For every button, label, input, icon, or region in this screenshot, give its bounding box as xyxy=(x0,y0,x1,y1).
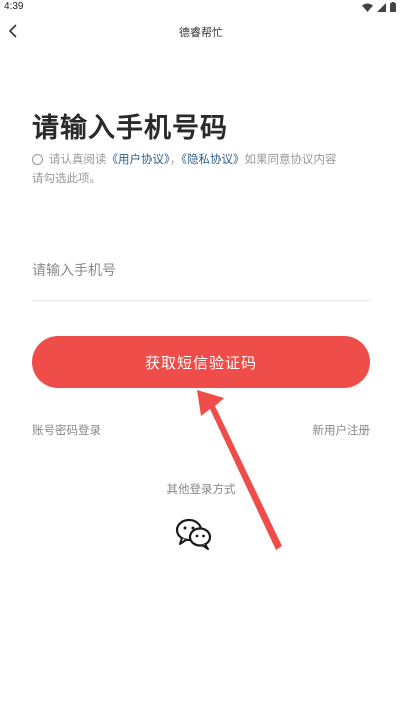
agreement-prefix: 请认真阅读 xyxy=(49,152,107,166)
get-sms-code-button[interactable]: 获取短信验证码 xyxy=(32,336,370,388)
agree-radio[interactable] xyxy=(32,154,43,165)
status-bar: 4:39 xyxy=(0,0,402,14)
agreement-separator: ， xyxy=(169,152,182,166)
privacy-policy-link[interactable]: 《隐私协议》 xyxy=(181,152,244,166)
nav-bar: 德睿帮忙 xyxy=(0,16,402,48)
password-login-link[interactable]: 账号密码登录 xyxy=(32,422,101,438)
agreement-suffix: 如果同意协议内容 xyxy=(244,152,337,166)
nav-title: 德睿帮忙 xyxy=(179,26,223,39)
agreement-notice: 请认真阅读《用户协议》，《隐私协议》如果同意协议内容 请勾选此项。 xyxy=(32,150,377,188)
wechat-login-button[interactable] xyxy=(175,517,213,551)
page-title: 请输入手机号码 xyxy=(32,113,228,144)
agreement-line-1: 请认真阅读《用户协议》，《隐私协议》如果同意协议内容 xyxy=(32,150,377,169)
signal-icon xyxy=(377,2,386,12)
register-link[interactable]: 新用户注册 xyxy=(313,422,371,438)
phone-input-underline xyxy=(32,300,370,301)
status-time: 4:39 xyxy=(4,1,24,12)
status-icons xyxy=(362,2,396,12)
wifi-icon xyxy=(362,3,373,12)
agreement-line-2: 请勾选此项。 xyxy=(32,171,101,185)
wechat-icon xyxy=(175,518,213,555)
battery-icon xyxy=(390,2,396,12)
user-agreement-link[interactable]: 《用户协议》 xyxy=(107,152,170,166)
phone-input[interactable] xyxy=(32,254,370,288)
other-login-label: 其他登录方式 xyxy=(166,482,236,496)
